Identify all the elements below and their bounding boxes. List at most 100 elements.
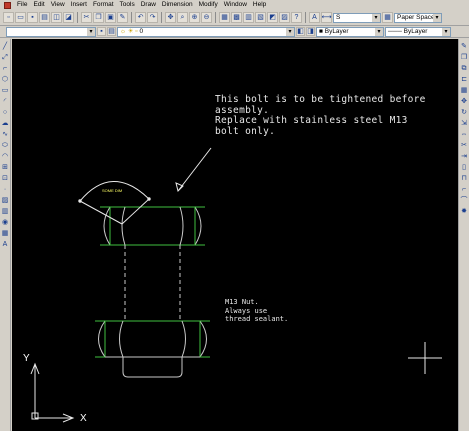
menu-tools[interactable]: Tools	[120, 0, 135, 10]
menu-dimension[interactable]: Dimension	[162, 0, 193, 10]
menu-modify[interactable]: Modify	[199, 0, 218, 10]
rectangle-icon[interactable]: ▭	[1, 86, 10, 95]
hatch-icon[interactable]: ▨	[1, 196, 10, 205]
open-icon[interactable]: ▭	[15, 12, 26, 23]
toolbar-separator	[305, 12, 306, 23]
layer-dropdown[interactable]: ☼ ☀ ▫ 0 ▾	[117, 26, 295, 37]
menu-window[interactable]: Window	[224, 0, 247, 10]
join-icon[interactable]: ⊓	[460, 174, 469, 183]
text-icon[interactable]: A	[1, 240, 10, 249]
crosshair-cursor	[408, 342, 442, 374]
fillet-icon[interactable]: ⌒	[460, 196, 469, 205]
menu-view[interactable]: View	[51, 0, 65, 10]
array-icon[interactable]: ▦	[460, 86, 469, 95]
erase-icon[interactable]: ✎	[460, 42, 469, 51]
nut-note-line: thread sealant.	[225, 315, 289, 323]
linetype-dropdown[interactable]: ─── ByLayer ▾	[385, 26, 451, 37]
drawing-canvas[interactable]: SOME DIM This bolt is to be tightened be…	[12, 39, 458, 431]
arc-icon[interactable]: ◜	[1, 97, 10, 106]
point-icon[interactable]: ·	[1, 185, 10, 194]
explode-icon[interactable]: ✸	[460, 207, 469, 216]
region-icon[interactable]: ◉	[1, 218, 10, 227]
leader-arrow	[175, 147, 212, 192]
scale-icon[interactable]: ⇲	[460, 119, 469, 128]
mirror-icon[interactable]: ⧉	[460, 64, 469, 73]
menu-edit[interactable]: Edit	[33, 0, 44, 10]
make-object-layer-current-icon[interactable]: ◧	[296, 27, 305, 36]
spline-icon[interactable]: ∿	[1, 130, 10, 139]
circle-icon[interactable]: ○	[1, 108, 10, 117]
table-icon[interactable]: ▦	[1, 229, 10, 238]
text-style-icon[interactable]: A	[309, 12, 320, 23]
pan-icon[interactable]: ✥	[165, 12, 176, 23]
save-icon[interactable]: ▪	[27, 12, 38, 23]
menu-help[interactable]: Help	[253, 0, 266, 10]
ellipse-icon[interactable]: ⬭	[1, 141, 10, 150]
new-icon[interactable]: ▫	[3, 12, 14, 23]
workspace-settings-icon[interactable]: ▪	[97, 27, 106, 36]
markup-icon[interactable]: ◩	[267, 12, 278, 23]
zoom-window-icon[interactable]: ⊕	[189, 12, 200, 23]
extend-icon[interactable]: ⇥	[460, 152, 469, 161]
dimstyle-dropdown[interactable]: S ▾	[333, 12, 381, 23]
table-style-icon[interactable]: ▦	[382, 12, 393, 23]
tool-palettes-icon[interactable]: ▥	[243, 12, 254, 23]
color-value: ByLayer	[324, 27, 349, 35]
menu-insert[interactable]: Insert	[71, 0, 87, 10]
layer-manager-icon[interactable]: ▤	[107, 27, 116, 36]
offset-icon[interactable]: ⊏	[460, 75, 469, 84]
menu-bar: File Edit View Insert Format Tools Draw …	[0, 0, 469, 10]
insert-block-icon[interactable]: ⊞	[1, 163, 10, 172]
properties-icon[interactable]: ▦	[219, 12, 230, 23]
revision-cloud-icon[interactable]: ☁	[1, 119, 10, 128]
menu-file[interactable]: File	[17, 0, 27, 10]
workspace-dropdown[interactable]: ▾	[6, 26, 96, 37]
menu-format[interactable]: Format	[93, 0, 114, 10]
gradient-icon[interactable]: ▥	[1, 207, 10, 216]
move-icon[interactable]: ✥	[460, 97, 469, 106]
color-dropdown[interactable]: ■ ByLayer ▾	[316, 26, 384, 37]
chamfer-icon[interactable]: ⌐	[460, 185, 469, 194]
plot-preview-icon[interactable]: ◫	[51, 12, 62, 23]
cut-icon[interactable]: ✂	[81, 12, 92, 23]
space-dropdown[interactable]: Paper Space ▾	[394, 12, 442, 23]
dimension-style-icon[interactable]: ⟷	[321, 12, 332, 23]
dimstyle-value: S	[336, 13, 341, 21]
bolt-note: This bolt is to be tightened before asse…	[215, 94, 426, 137]
redo-icon[interactable]: ↷	[147, 12, 158, 23]
chevron-down-icon: ▾	[442, 27, 450, 36]
zoom-previous-icon[interactable]: ⊖	[201, 12, 212, 23]
zoom-realtime-icon[interactable]: ⌕	[177, 12, 188, 23]
nut	[95, 320, 210, 358]
copy-icon[interactable]: ❐	[460, 53, 469, 62]
ellipse-arc-icon[interactable]: ◠	[1, 152, 10, 161]
publish-icon[interactable]: ◪	[63, 12, 74, 23]
rotate-icon[interactable]: ↻	[460, 108, 469, 117]
chevron-down-icon: ▾	[372, 13, 380, 22]
layer-value: 0	[139, 27, 144, 35]
stretch-icon[interactable]: ⇔	[460, 130, 469, 139]
sheet-set-icon[interactable]: ▧	[255, 12, 266, 23]
ucs-icon	[30, 362, 75, 423]
design-center-icon[interactable]: ▩	[231, 12, 242, 23]
layer-previous-icon[interactable]: ◨	[306, 27, 315, 36]
trim-icon[interactable]: ✂	[460, 141, 469, 150]
angle-dimension-text: SOME DIM	[102, 188, 123, 193]
plot-icon[interactable]: ▤	[39, 12, 50, 23]
quickcalc-icon[interactable]: ▨	[279, 12, 290, 23]
construction-line-icon[interactable]: ⤢	[1, 53, 10, 62]
autocad-app-icon[interactable]	[4, 1, 11, 9]
toolbar-separator	[77, 12, 78, 23]
nut-note: M13 Nut. Always use thread sealant.	[225, 298, 288, 324]
break-icon[interactable]: ▯	[460, 163, 469, 172]
help-icon[interactable]: ?	[291, 12, 302, 23]
line-icon[interactable]: ╱	[1, 42, 10, 51]
copy-icon[interactable]: ❐	[93, 12, 104, 23]
make-block-icon[interactable]: ⊡	[1, 174, 10, 183]
menu-draw[interactable]: Draw	[141, 0, 156, 10]
match-properties-icon[interactable]: ✎	[117, 12, 128, 23]
polygon-icon[interactable]: ⬡	[1, 75, 10, 84]
undo-icon[interactable]: ↶	[135, 12, 146, 23]
paste-icon[interactable]: ▣	[105, 12, 116, 23]
polyline-icon[interactable]: ⌐	[1, 64, 10, 73]
